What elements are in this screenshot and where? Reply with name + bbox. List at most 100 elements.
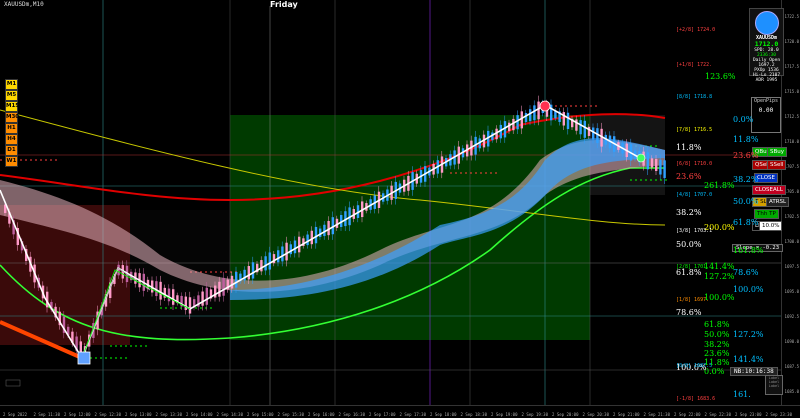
time-tick: 2 Sep 16:00 (308, 412, 335, 417)
timeframe-button-d1[interactable]: D1 (5, 145, 18, 156)
candle-body (293, 240, 297, 254)
closeall-button[interactable]: CLOSEALL (752, 185, 786, 195)
timeframe-button-h4[interactable]: H4 (5, 134, 18, 145)
time-tick: 2 Sep 14:30 (216, 412, 244, 417)
candle-body (655, 159, 658, 171)
time-tick: 2 Sep 15:00 (247, 412, 274, 417)
fib-label: 61.8% (733, 218, 759, 227)
murrey-label: [7/8] 1716.5 (676, 127, 713, 133)
open-pips-box: OpenPips 0.00 (751, 97, 781, 133)
fib-label: 11.8% (733, 135, 759, 144)
murrey-label: [2/8] 1701. (676, 264, 710, 270)
timeframe-button-m1[interactable]: M1 (5, 79, 18, 90)
day-label: Friday (270, 0, 298, 9)
fib-label: 127.2% (733, 330, 764, 339)
candle-body (201, 291, 204, 306)
candle-body (524, 112, 528, 123)
price-tick: 1687.5 (784, 364, 799, 369)
timeframe-button-h1[interactable]: H1 (5, 123, 18, 134)
fib-label: 50.0% (676, 240, 702, 249)
candle-body (579, 120, 582, 135)
candle-body (218, 281, 221, 297)
time-tick: 2 Sep 21:00 (613, 412, 640, 417)
candle-body (650, 158, 654, 168)
candle-body (188, 297, 192, 314)
ssell-button[interactable]: SSell (767, 160, 787, 170)
fib-label: 50.0% (733, 197, 759, 206)
open-pips-value: 0.00 (758, 107, 774, 114)
candle-body (281, 246, 284, 262)
zone-green (230, 115, 590, 340)
fib-label: 23.6% (676, 172, 702, 181)
time-tick: 2 Sep 20:00 (552, 412, 579, 417)
fib-label: 23.6% (733, 151, 759, 160)
candle-body (222, 277, 225, 296)
candle-body (550, 104, 553, 121)
timeframe-button-m30[interactable]: M30 (5, 112, 19, 123)
candle-body (659, 159, 662, 175)
price-tick: 1710.0 (784, 139, 799, 144)
info-panel: XAUUSDm 1712.0 SPD: 28.0 2336:30 Daily O… (749, 8, 784, 83)
time-tick: 2 Sep 12:00 (64, 412, 91, 417)
candle-body (529, 109, 532, 122)
murrey-label: [0/8] 1687.5 (676, 363, 713, 369)
fib-label: 23.6% (704, 349, 730, 358)
sbuy-button[interactable]: SBuy (767, 147, 788, 157)
fib-label: 127.2% (704, 272, 735, 281)
atrsl-button[interactable]: ATRSL (766, 197, 790, 207)
candle-body (277, 250, 280, 263)
fib-label: 78.6% (733, 268, 759, 277)
note-box (5, 379, 21, 387)
candle-body (583, 120, 586, 138)
price-tick: 1702.5 (784, 214, 799, 219)
price-tick: 1685.0 (784, 389, 799, 394)
candle-body (646, 152, 649, 170)
lot-input[interactable]: 10.0% (759, 221, 783, 231)
fib-label: 38.2% (676, 208, 702, 217)
murrey-label: [-1/8] 1683.6 (676, 396, 716, 402)
murrey-label: [6/8] 1710.0 (676, 161, 713, 167)
candle-body (285, 242, 288, 261)
time-tick: 2 Sep 18:30 (460, 412, 488, 417)
fib-label: 11.8% (676, 143, 702, 152)
fib-label: 38.2% (733, 175, 759, 184)
candle-body (260, 260, 263, 272)
candle-body (172, 289, 175, 305)
label-box: Label Label Label (765, 375, 783, 395)
time-tick: 2 Sep 18:00 (430, 412, 457, 417)
price-value: 1712.0 (754, 40, 779, 48)
candle-body (205, 287, 208, 305)
murrey-label: [4/8] 1707.0 (676, 192, 713, 198)
candle-body (167, 288, 171, 302)
candle-body (251, 262, 255, 279)
fib-label: 61.8% (704, 320, 730, 329)
time-tick: 2 Sep 19:00 (491, 412, 518, 417)
time-tick: 2 Sep 20:30 (582, 412, 610, 417)
candle-body (537, 101, 540, 120)
timeframe-button-m15[interactable]: M15 (5, 101, 19, 112)
candle-body (592, 127, 595, 140)
price-chart[interactable] (0, 0, 782, 406)
fib-label: 261.8% (704, 181, 735, 190)
current-marker (636, 153, 646, 163)
candle-body (306, 234, 309, 246)
fib-label: 141.4% (733, 355, 764, 364)
price-tick: 1690.0 (784, 339, 799, 344)
fib-label: 123.6% (705, 72, 736, 81)
candle-body (562, 112, 565, 126)
open-pips-label: OpenPips (753, 98, 779, 104)
candle-body (235, 272, 238, 288)
fib-label: 78.6% (676, 308, 702, 317)
time-tick: 2 Sep 15:30 (277, 412, 305, 417)
label-box-text: Label (768, 384, 780, 388)
candle-body (319, 228, 322, 237)
price-tick: 1705.0 (784, 189, 799, 194)
time-tick: 2 Sep 16:30 (338, 412, 366, 417)
candle-body (289, 244, 292, 255)
time-axis[interactable]: 2 Sep 2022 2 Sep 11:30 2 Sep 12:00 2 Sep 12… (0, 405, 800, 418)
timeframe-button-w1[interactable]: W1 (5, 156, 18, 167)
candle-body (516, 115, 519, 130)
candle-body (230, 275, 234, 289)
candle-body (314, 226, 318, 244)
timeframe-button-m5[interactable]: M5 (5, 90, 18, 101)
